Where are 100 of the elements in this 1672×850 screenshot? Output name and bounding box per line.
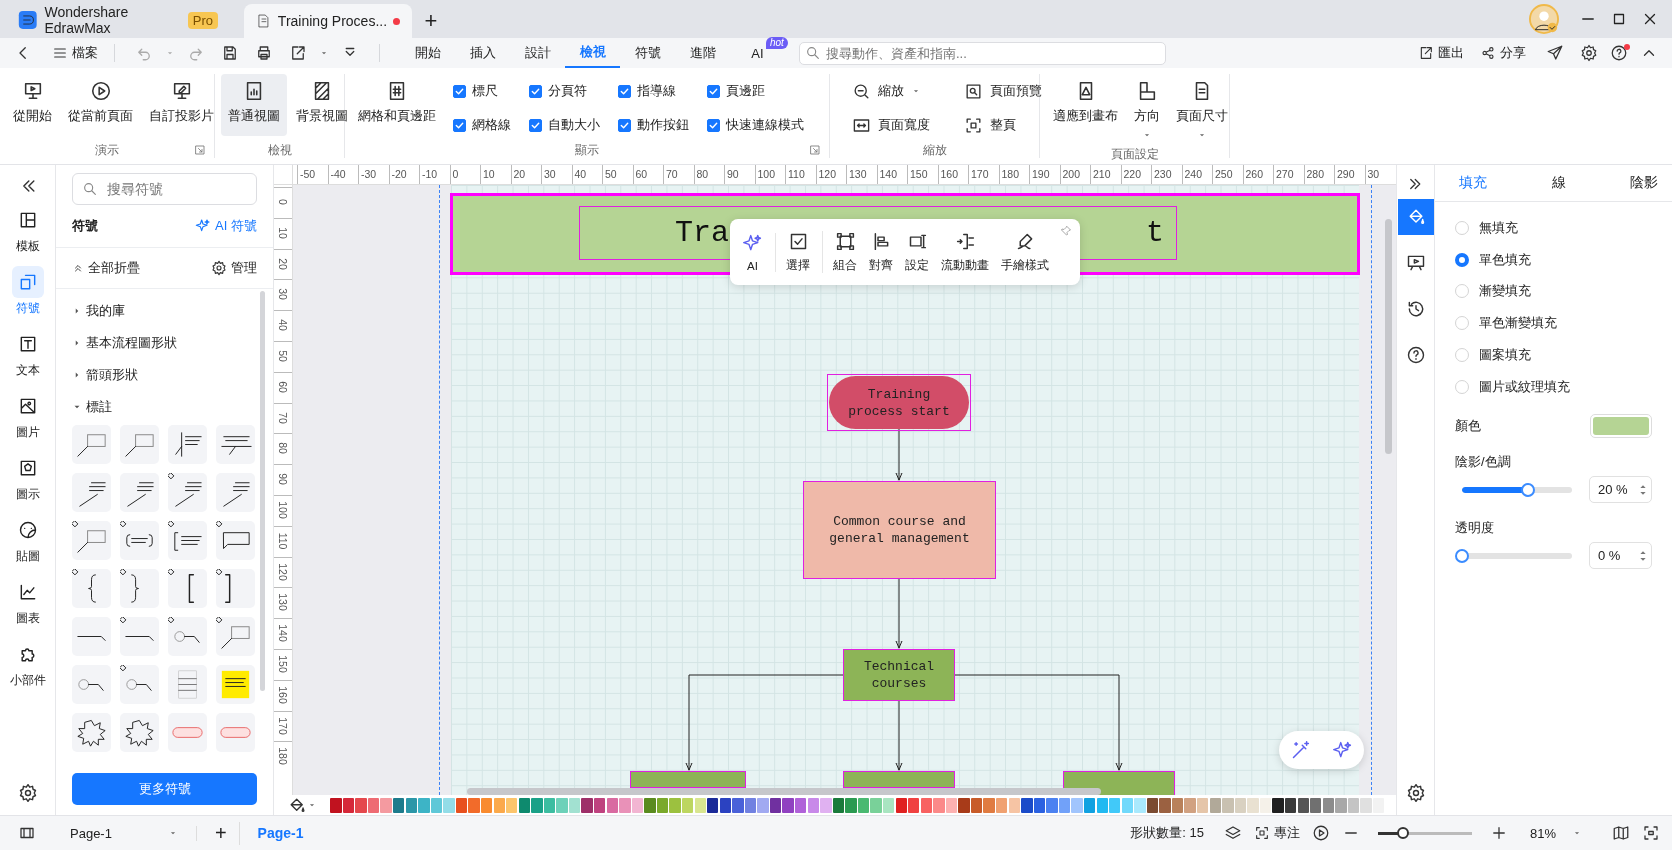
category-item[interactable]: 基本流程圖形狀 — [72, 327, 257, 359]
ribbon-button[interactable]: 從當前頁面 — [61, 74, 140, 136]
page-selector[interactable]: Page-1 — [70, 825, 197, 841]
ruler-label: 160 — [277, 686, 289, 704]
checkbox-label: 分頁符 — [548, 82, 587, 100]
toolbar-button[interactable]: 流動動畫 — [935, 231, 995, 273]
menu-tab[interactable]: AI hot — [730, 38, 785, 68]
zoom-dropdown[interactable]: 81% — [1529, 825, 1582, 841]
sidebar-item[interactable]: 圖表 — [11, 576, 44, 627]
ai-symbols-link[interactable]: AI 符號 — [195, 217, 257, 235]
group-label: 檢視 — [267, 141, 292, 159]
ruler-label: 80 — [277, 442, 289, 455]
sidebar-item[interactable]: 模板 — [11, 204, 44, 255]
menu-tab[interactable]: 設計 — [510, 38, 565, 68]
ribbon-button[interactable]: 普通視圖 — [221, 74, 287, 136]
ribbon-button[interactable]: 縮放 — [844, 81, 938, 101]
toolbar-button[interactable]: 對齊 — [863, 231, 899, 273]
menu-tab[interactable]: 進階 — [675, 38, 730, 68]
ruler-label: 110 — [788, 168, 805, 180]
ribbon-button[interactable]: 方向 — [1127, 74, 1167, 146]
ruler-label: 120 — [818, 168, 837, 180]
collapse-all-button[interactable]: 全部折疊 — [72, 259, 140, 277]
ruler-label: 150 — [277, 655, 289, 673]
radio-label: 單色漸變填充 — [1479, 314, 1557, 333]
category-item[interactable]: 我的庫 — [72, 295, 257, 327]
ribbon-button[interactable]: 從開始 — [6, 74, 59, 136]
checkbox-label: 網格線 — [472, 116, 511, 134]
hot-badge: hot — [766, 37, 788, 49]
toolbar-button[interactable]: 選擇 — [780, 231, 823, 273]
export-button[interactable]: 匯出 — [1418, 44, 1464, 62]
menu-tab[interactable]: 插入 — [455, 38, 510, 68]
new-tab-button[interactable]: + — [416, 4, 446, 38]
sidebar-item[interactable]: 圖示 — [11, 452, 44, 503]
terminal-shape[interactable]: Training process start — [829, 376, 969, 429]
ruler-label: 0 — [277, 199, 289, 205]
number-field[interactable]: 0 % — [1589, 542, 1652, 570]
ruler-label: 130 — [849, 168, 867, 180]
ruler-label: -30 — [361, 168, 377, 180]
ruler-label: 270 — [1276, 168, 1294, 180]
share-button[interactable]: 分享 — [1480, 44, 1526, 62]
process-shape[interactable]: Technical courses — [843, 649, 955, 701]
ruler-label: 250 — [1215, 168, 1233, 180]
checkbox-label: 頁邊距 — [726, 82, 765, 100]
ruler-label: -50 — [300, 168, 316, 180]
toolbar-button[interactable]: AI — [736, 232, 776, 272]
ruler-label: -10 — [422, 168, 438, 180]
ruler-label: 60 — [635, 168, 648, 180]
app-tab[interactable]: Wondershare EdrawMax Pro — [8, 2, 228, 38]
ruler-label: 220 — [1123, 168, 1142, 180]
menu-tab[interactable]: 開始 — [400, 38, 455, 68]
ruler-label: -40 — [330, 168, 346, 180]
ruler-label: 20 — [277, 257, 289, 270]
toolbar-button[interactable]: 手繪樣式 — [995, 231, 1055, 273]
document-tab[interactable]: Training Proces... — [244, 4, 412, 38]
ruler-label: 210 — [1093, 168, 1111, 180]
slider-label: 陰影/色調 — [1455, 452, 1512, 471]
ruler-label: 200 — [1062, 168, 1081, 180]
category-item[interactable]: 標註 — [72, 391, 257, 423]
ruler-label: 80 — [696, 168, 709, 180]
ribbon-button[interactable]: 頁面寬度 — [844, 115, 938, 135]
ruler-label: 170 — [971, 168, 989, 180]
number-field[interactable]: 20 % — [1589, 476, 1652, 504]
page-tab[interactable]: Page-1 — [251, 825, 310, 841]
ruler-label: -20 — [391, 168, 407, 180]
sidebar-item[interactable]: 圖片 — [11, 390, 44, 441]
ribbon-button[interactable]: 自訂投影片 — [142, 74, 221, 136]
symbol-search-field[interactable]: 搜尋符號 — [72, 173, 257, 205]
toolbar-button[interactable]: 設定 — [899, 231, 935, 273]
ruler-label: 180 — [277, 747, 289, 766]
ruler-label: 290 — [1337, 168, 1355, 180]
group-label: 演示 — [95, 141, 119, 159]
ruler-label: 90 — [277, 473, 289, 485]
sidebar-item[interactable]: 文本 — [11, 328, 44, 379]
sidebar-item[interactable]: 貼圖 — [11, 514, 44, 565]
ribbon-button[interactable]: 頁面尺寸 — [1169, 74, 1235, 146]
ruler-label: 60 — [277, 380, 289, 393]
ruler-label: 190 — [1032, 168, 1050, 180]
add-page-button[interactable]: + — [208, 821, 240, 845]
menu-tab[interactable]: 符號 — [620, 38, 675, 68]
radio-label: 漸變填充 — [1479, 282, 1531, 301]
ruler-label: 70 — [666, 168, 678, 180]
ruler-label: 120 — [277, 562, 289, 581]
ruler-label: 90 — [727, 168, 739, 180]
process-shape[interactable]: Common course and general management — [803, 481, 996, 579]
manage-button[interactable]: 管理 — [211, 259, 257, 277]
group-label: 顯示 — [575, 141, 599, 159]
category-item[interactable]: 箭頭形狀 — [72, 359, 257, 391]
panel-tab[interactable]: 線 — [1551, 165, 1566, 201]
ruler-label: 260 — [1245, 168, 1264, 180]
panel-tab[interactable]: 陰影 — [1630, 165, 1658, 201]
focus-button[interactable]: 專注 — [1253, 824, 1300, 842]
ruler-label: 140 — [879, 168, 898, 180]
panel-tab[interactable]: 填充 — [1459, 165, 1487, 201]
more-symbols-button[interactable]: 更多符號 — [72, 773, 257, 805]
checkbox-label: 動作按鈕 — [637, 116, 689, 134]
search-field[interactable]: 搜尋動作、資產和指南... — [799, 41, 1166, 65]
panel-heading: 符號 — [72, 217, 98, 235]
file-menu-button[interactable]: 檔案 — [52, 44, 98, 62]
sidebar-item[interactable]: 小部件 — [9, 638, 46, 689]
toolbar-button[interactable]: 組合 — [827, 231, 863, 273]
